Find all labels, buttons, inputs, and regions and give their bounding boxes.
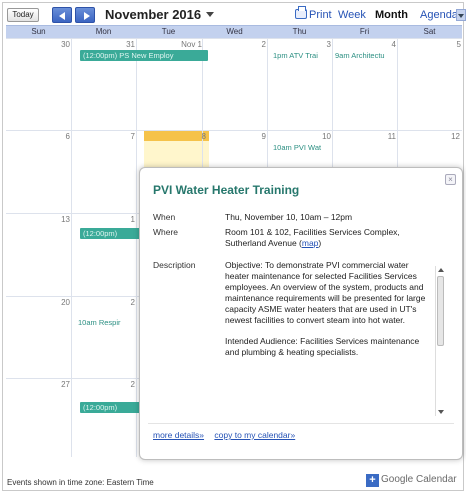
- chevron-down-icon[interactable]: [206, 12, 214, 17]
- popup-actions: more details» copy to my calendar»: [153, 430, 303, 440]
- weekday-tue: Tue: [161, 27, 176, 36]
- day-number[interactable]: 3: [311, 40, 331, 49]
- day-number[interactable]: 5: [441, 40, 461, 49]
- day-number[interactable]: 11: [376, 132, 396, 141]
- month-title: November 2016: [105, 7, 202, 22]
- map-link[interactable]: map: [302, 238, 319, 248]
- timezone-note: Events shown in time zone: Eastern Time: [7, 478, 154, 487]
- row-divider: [6, 38, 462, 39]
- close-icon[interactable]: ×: [445, 174, 456, 185]
- day-number[interactable]: 6: [50, 132, 70, 141]
- event-chip[interactable]: 10am Respir: [78, 318, 121, 327]
- weekday-thu: Thu: [292, 27, 307, 36]
- event-chip[interactable]: 1pm ATV Trai: [273, 51, 318, 60]
- day-number[interactable]: 12: [440, 132, 460, 141]
- row-divider: [6, 130, 462, 131]
- day-number[interactable]: 13: [50, 215, 70, 224]
- printer-icon[interactable]: [295, 6, 307, 19]
- tab-agenda[interactable]: Agenda: [420, 9, 458, 21]
- day-number[interactable]: 2: [246, 40, 266, 49]
- tab-month[interactable]: Month: [375, 9, 408, 21]
- day-number[interactable]: 20: [50, 298, 70, 307]
- tab-week[interactable]: Week: [338, 9, 366, 21]
- description-scroll-area[interactable]: Objective: To demonstrate PVI commercial…: [225, 260, 447, 410]
- more-details-link[interactable]: more details»: [153, 430, 204, 440]
- day-number[interactable]: 7: [115, 132, 135, 141]
- previous-month-button[interactable]: [52, 7, 72, 23]
- day-number[interactable]: 1: [115, 215, 135, 224]
- scroll-down-icon[interactable]: [438, 410, 444, 414]
- today-button[interactable]: Today: [7, 8, 39, 22]
- event-chip[interactable]: (12:00pm): [80, 402, 140, 413]
- print-link[interactable]: Print: [309, 9, 332, 21]
- event-details-popup: × PVI Water Heater Training When Thu, No…: [139, 167, 463, 460]
- description-text: Objective: To demonstrate PVI commercial…: [225, 260, 431, 358]
- next-month-button[interactable]: [75, 7, 95, 23]
- plus-icon[interactable]: +: [366, 474, 379, 487]
- day-number[interactable]: 31: [115, 40, 135, 49]
- day-number[interactable]: 4: [376, 40, 396, 49]
- day-number[interactable]: 9: [246, 132, 266, 141]
- scroll-thumb[interactable]: [437, 276, 444, 346]
- copy-to-calendar-link[interactable]: copy to my calendar»: [214, 430, 295, 440]
- weekday-mon: Mon: [95, 27, 112, 36]
- chevron-left-icon: [59, 12, 65, 20]
- event-chip[interactable]: 10am PVI Wat: [273, 143, 321, 152]
- weekday-wed: Wed: [226, 27, 243, 36]
- col-divider: [136, 38, 137, 457]
- description-paragraph: Objective: To demonstrate PVI commercial…: [225, 260, 426, 325]
- view-dropdown-icon[interactable]: [456, 9, 466, 21]
- google-calendar-brand[interactable]: Google Calendar: [381, 474, 457, 485]
- scroll-up-icon[interactable]: [438, 268, 444, 272]
- divider: [148, 423, 454, 424]
- day-number[interactable]: 2: [115, 380, 135, 389]
- weekday-fri: Fri: [359, 27, 370, 36]
- col-divider: [71, 38, 72, 457]
- where-label: Where: [153, 227, 179, 237]
- event-chip[interactable]: (12:00pm) PS New Employ: [80, 50, 208, 61]
- day-number[interactable]: 2: [115, 298, 135, 307]
- event-chip[interactable]: 9am Architectu: [335, 51, 385, 60]
- day-number[interactable]: 30: [50, 40, 70, 49]
- where-value: Room 101 & 102, Facilities Services Comp…: [225, 227, 435, 249]
- event-title: PVI Water Heater Training: [153, 183, 300, 197]
- chevron-right-icon: [84, 12, 90, 20]
- day-number[interactable]: 10: [311, 132, 331, 141]
- description-label: Description: [153, 260, 196, 270]
- when-value: Thu, November 10, 10am – 12pm: [225, 212, 353, 222]
- where-close-paren: ): [318, 238, 322, 248]
- weekday-sun: Sun: [31, 27, 46, 36]
- day-number[interactable]: 8: [186, 132, 206, 141]
- toolbar: Today November 2016 Print Week Month Age…: [4, 6, 466, 24]
- description-scrollbar[interactable]: [435, 266, 444, 416]
- weekday-header: Sun Mon Tue Wed Thu Fri Sat: [6, 25, 462, 38]
- weekday-sat: Sat: [423, 27, 436, 36]
- day-number[interactable]: 27: [50, 380, 70, 389]
- event-chip[interactable]: (12:00pm): [80, 228, 140, 239]
- description-paragraph: Intended Audience: Facilities Services m…: [225, 336, 420, 357]
- day-number[interactable]: Nov 1: [166, 40, 202, 49]
- when-label: When: [153, 212, 176, 222]
